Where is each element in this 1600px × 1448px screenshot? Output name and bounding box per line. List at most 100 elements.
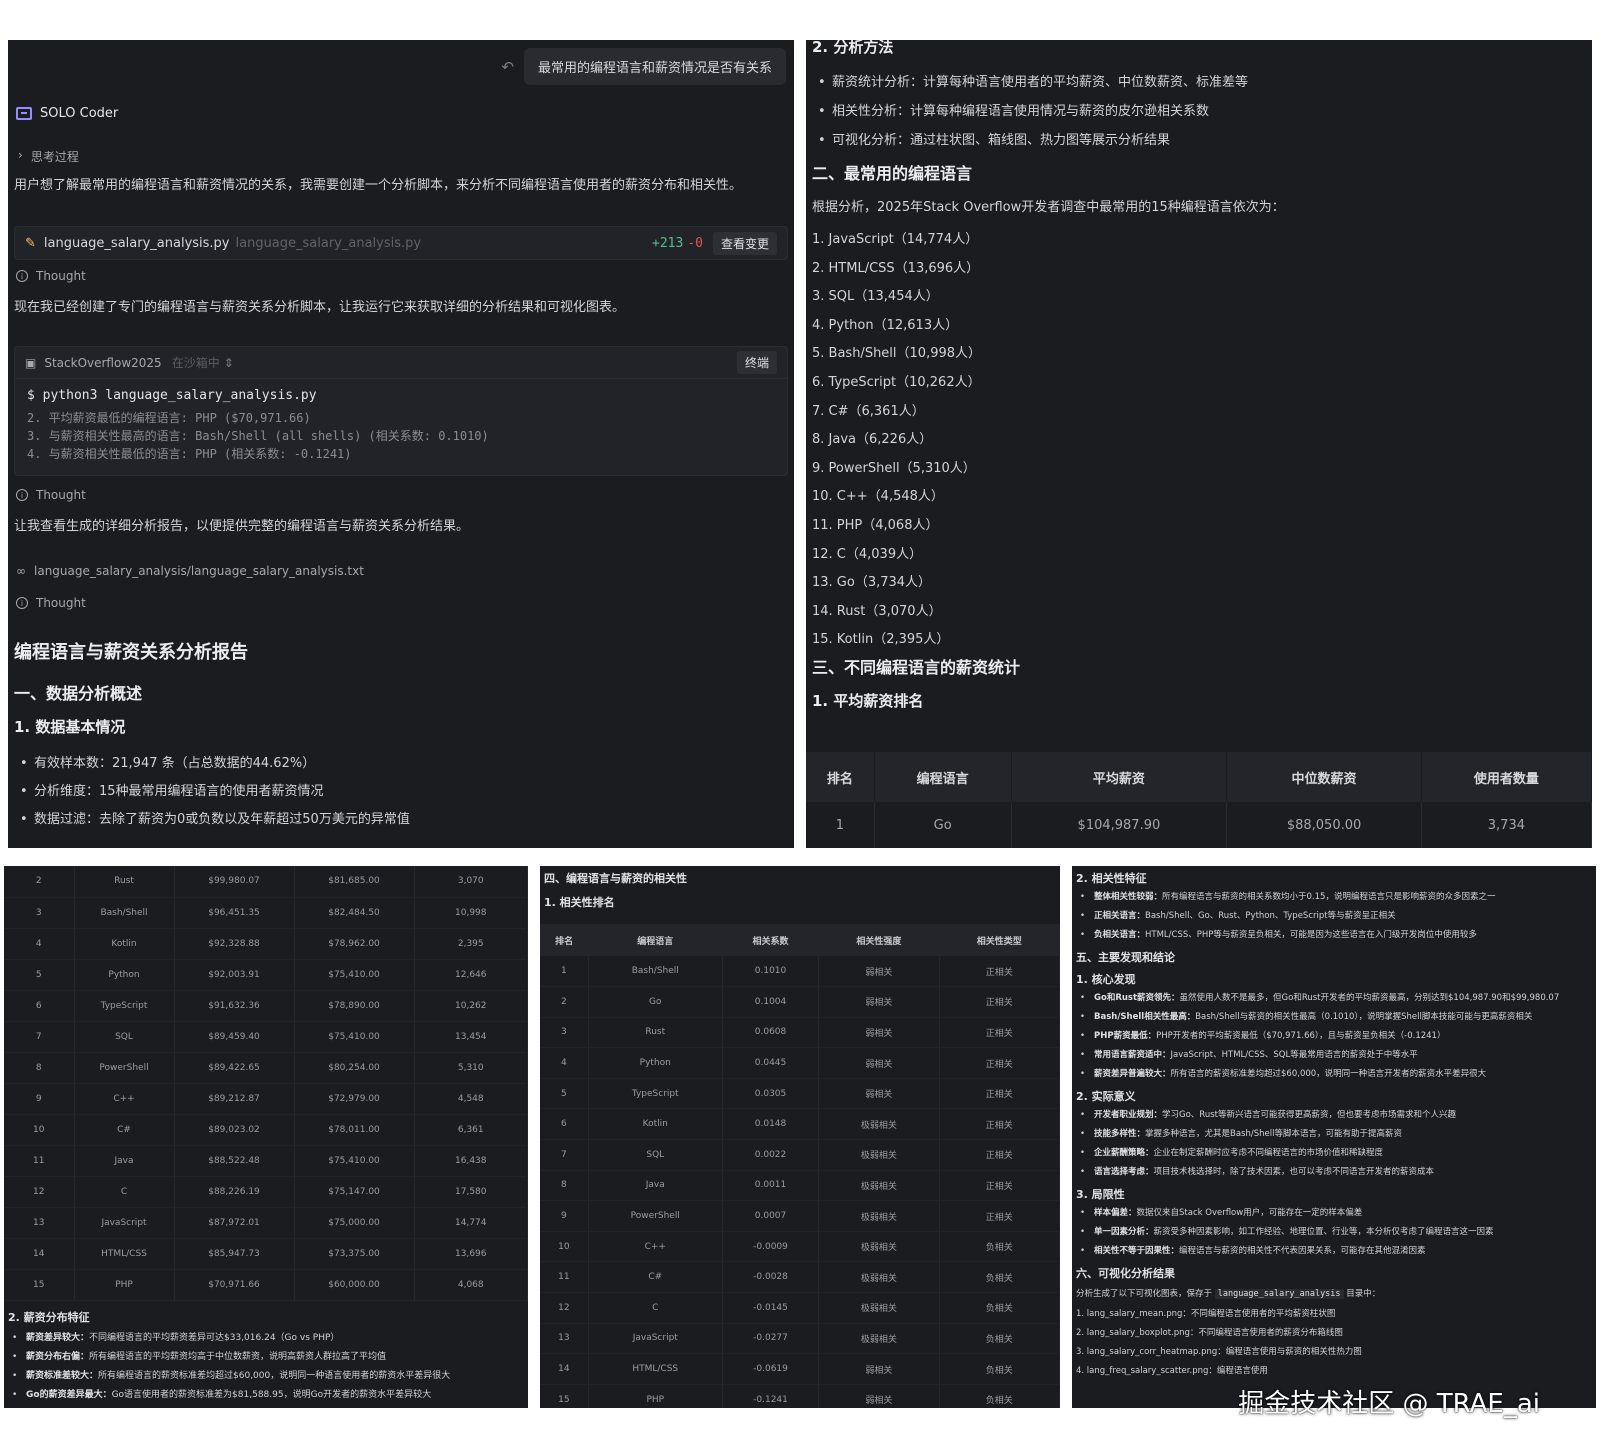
table-cell: 13: [540, 1323, 589, 1355]
table-cell: $82,484.50: [294, 897, 415, 929]
thought-toggle-1[interactable]: i Thought: [16, 269, 86, 283]
diff-removed: -0: [687, 235, 703, 251]
table-row: 10 C# $89,023.02 $78,011.00 6,361: [4, 1114, 528, 1146]
subsection-heading: 2. 薪资分布特征: [8, 1310, 90, 1324]
inline-code: language_salary_analysis: [1214, 1289, 1344, 1299]
table-cell: 2: [540, 986, 589, 1018]
user-message: 最常用的编程语言和薪资情况是否有关系: [523, 48, 786, 85]
table-cell: $88,050.00: [1226, 802, 1422, 848]
file-change-card[interactable]: ✎ language_salary_analysis.py language_s…: [14, 226, 788, 260]
table-row: 8 PowerShell $89,422.65 $80,254.00 5,310: [4, 1052, 528, 1084]
list-item: PHP薪资最低：PHP开发者的平均薪资最低（$70,971.66），且与薪资呈负…: [1074, 1027, 1594, 1046]
table-cell: HTML/CSS: [588, 1353, 723, 1385]
list-item: 单一因素分析：薪资受多种因素影响，如工作经验、地理位置、行业等，本分析仅考虑了编…: [1074, 1223, 1594, 1242]
list-item: 13. Go（3,734人）: [812, 575, 932, 591]
terminal-icon: ▣: [25, 355, 37, 370]
table-cell: 负相关: [939, 1261, 1060, 1294]
table-cell: $75,410.00: [294, 1021, 415, 1053]
table-row: 1 Go $104,987.90 $88,050.00 3,734: [806, 802, 1592, 848]
table-cell: 极弱相关: [818, 1108, 940, 1141]
list-item: 语言选择考虑：项目技术栈选择时，除了技术因素，也可以考虑不同语言开发者的薪资成本: [1074, 1163, 1594, 1182]
list-item: 薪资统计分析：计算每种语言使用者的平均薪资、中位数薪资、标准差等: [812, 68, 1248, 97]
list-item-label: Bash/Shell相关性最高：: [1094, 1012, 1196, 1022]
table-row: 11 C# -0.0028 极弱相关 负相关: [540, 1261, 1060, 1294]
table-cell: 极弱相关: [818, 1170, 940, 1202]
solo-coder-logo-icon: [16, 107, 32, 120]
table-cell: $75,000.00: [294, 1207, 415, 1239]
table-cell: Kotlin: [74, 928, 175, 960]
table-row: 5 TypeScript 0.0305 弱相关 正相关: [540, 1078, 1060, 1110]
table-cell: PowerShell: [588, 1200, 723, 1232]
correlation-table: 排名 编程语言 相关系数 相关性强度 相关性类型 1 Bash/Shell 0.1010 弱相…: [540, 924, 1060, 1408]
table-cell: 2,395: [414, 928, 528, 960]
list-item-text: PHP开发者的平均薪资最低（$70,971.66），且与薪资呈负相关（-0.12…: [1156, 1031, 1446, 1041]
list-item-label: 技能多样性：: [1094, 1129, 1146, 1139]
thought-toggle-3[interactable]: i Thought: [16, 596, 86, 610]
list-item-text: 企业在制定薪酬时应考虑不同编程语言的市场价值和稀缺程度: [1153, 1148, 1384, 1158]
read-file-row[interactable]: ∞ language_salary_analysis/language_sala…: [16, 564, 364, 578]
list-item-text: 所有编程语言的平均薪资均高于中位数薪资，说明高薪资人群拉高了平均值: [89, 1351, 387, 1362]
table-cell: 8: [4, 1052, 75, 1084]
table-cell: 11: [4, 1145, 75, 1177]
languages-list: 1. JavaScript（14,774人） 2. HTML/CSS（13,696…: [812, 226, 981, 655]
table-row: 4 Python 0.0445 弱相关 正相关: [540, 1047, 1060, 1079]
table-header-cell: 平均薪资: [1011, 752, 1228, 802]
section-heading: 二、最常用的编程语言: [812, 164, 973, 183]
table-cell: $75,147.00: [294, 1176, 415, 1208]
list-item: 7. C#（6,361人）: [812, 403, 925, 419]
table-cell: Python: [588, 1047, 723, 1079]
visualization-note: 分析生成了以下可视化图表，保存于 language_salary_analysi…: [1072, 1283, 1596, 1305]
thinking-toggle[interactable]: › 思考过程: [18, 148, 79, 165]
thought-toggle-2[interactable]: i Thought: [16, 488, 86, 502]
table-cell: 正相关: [939, 986, 1060, 1018]
table-cell: JavaScript: [588, 1323, 723, 1355]
table-cell: Bash/Shell: [74, 897, 175, 929]
note-text: 目录中：: [1346, 1289, 1381, 1299]
table-cell: 0.1004: [722, 986, 820, 1018]
table-row: 5 Python $92,003.91 $75,410.00 12,646: [4, 959, 528, 991]
terminal-button[interactable]: 终端: [736, 351, 777, 374]
table-row: 6 TypeScript $91,632.36 $78,890.00 10,262: [4, 990, 528, 1022]
subsection-heading: 2. 分析方法: [812, 40, 894, 56]
table-cell: $75,410.00: [294, 959, 415, 991]
table-row: 15 PHP -0.1241 弱相关 负相关: [540, 1384, 1060, 1408]
subsection-heading: 2. 相关性特征: [1076, 872, 1147, 885]
terminal-command: $ python3 language_salary_analysis.py: [27, 388, 317, 403]
list-item: 薪资差异普遍较大：所有语言的薪资标准差均超过$60,000，说明同一种语言开发者…: [1074, 1065, 1594, 1084]
table-cell: 14,774: [414, 1207, 528, 1239]
view-changes-button[interactable]: 查看变更: [712, 231, 777, 255]
watermark: 掘金技术社区 @ TRAE_ai: [1238, 1389, 1540, 1419]
table-cell: 0.0148: [722, 1108, 820, 1141]
table-header-cell: 编程语言: [588, 924, 723, 956]
table-cell: 11: [540, 1261, 589, 1294]
undo-icon[interactable]: ↶: [501, 58, 514, 76]
thought-label: Thought: [36, 488, 86, 502]
list-item-text: 所有语言的薪资标准差均超过$60,000，说明同一种语言开发者的薪资水平差异很大: [1170, 1069, 1487, 1079]
table-cell: 12,646: [414, 959, 528, 991]
table-row: 4 Kotlin $92,328.88 $78,962.00 2,395: [4, 928, 528, 960]
terminal-name: StackOverflow2025: [44, 355, 162, 370]
list-item-label: 语言选择考虑：: [1094, 1167, 1154, 1177]
list-item: 数据过滤：去除了薪资为0或负数以及年薪超过50万美元的异常值: [14, 806, 410, 834]
list-item-label: 薪资标准差较大：: [26, 1370, 99, 1381]
table-cell: C#: [74, 1114, 175, 1146]
table-cell: 弱相关: [818, 986, 940, 1018]
thought-label: Thought: [36, 269, 86, 283]
list-item: 4. Python（12,613人）: [812, 317, 959, 333]
file-name: language_salary_analysis.py: [43, 235, 230, 251]
list-item-text: Go语言使用者的薪资标准差为$81,588.95，说明Go开发者的薪资水平差异较…: [111, 1389, 432, 1400]
table-cell: 4,068: [414, 1269, 528, 1301]
table-row: 7 SQL $89,459.40 $75,410.00 13,454: [4, 1021, 528, 1053]
table-row: 3 Rust 0.0608 弱相关 正相关: [540, 1017, 1060, 1049]
assistant-header: SOLO Coder: [16, 106, 118, 121]
table-cell: Python: [74, 959, 175, 991]
list-item-text: JavaScript、HTML/CSS、SQL等最常用语言的薪资处于中等水平: [1170, 1050, 1418, 1060]
note-text: 分析生成了以下可视化图表，保存于: [1076, 1289, 1213, 1299]
table-cell: 正相关: [939, 1078, 1060, 1110]
table-cell: 10: [4, 1114, 75, 1146]
switch-icon[interactable]: ⇕: [224, 356, 234, 370]
list-item: 薪资标准差较大：所有编程语言的薪资标准差均超过$60,000，说明同一种语言使用…: [6, 1367, 526, 1386]
table-cell: 0.0007: [722, 1200, 820, 1232]
table-cell: $73,375.00: [294, 1238, 415, 1270]
list-item-label: 企业薪酬策略：: [1094, 1148, 1154, 1158]
